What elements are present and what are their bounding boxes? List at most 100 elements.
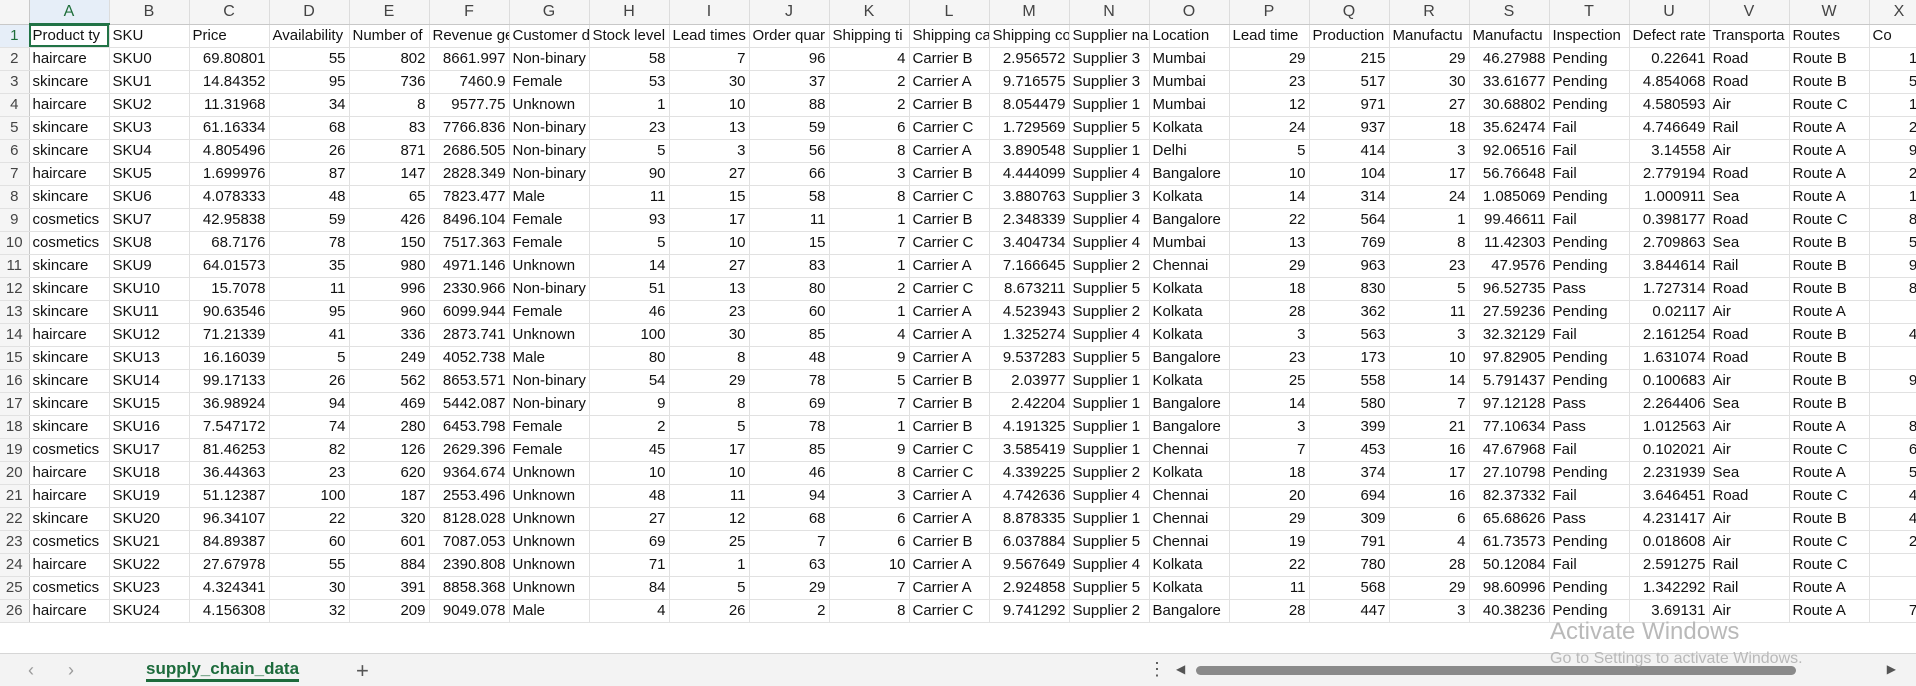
cell-a11[interactable]: skincare bbox=[29, 254, 110, 278]
cell-i19[interactable]: 17 bbox=[669, 438, 750, 462]
cell-v10[interactable]: Sea bbox=[1709, 231, 1790, 255]
cell-n13[interactable]: Supplier 2 bbox=[1069, 300, 1150, 324]
cell-h14[interactable]: 100 bbox=[589, 323, 670, 347]
cell-m22[interactable]: 8.878335 bbox=[989, 507, 1070, 531]
cell-k3[interactable]: 2 bbox=[829, 70, 910, 94]
cell-g13[interactable]: Female bbox=[509, 300, 590, 324]
cell-j25[interactable]: 29 bbox=[749, 576, 830, 600]
cell-i10[interactable]: 10 bbox=[669, 231, 750, 255]
horizontal-scrollbar[interactable]: ◀ ▶ bbox=[1176, 662, 1896, 678]
column-header-o[interactable]: O bbox=[1149, 0, 1230, 25]
cell-l16[interactable]: Carrier B bbox=[909, 369, 990, 393]
cell-b24[interactable]: SKU22 bbox=[109, 553, 190, 577]
cell-s8[interactable]: 1.085069 bbox=[1469, 185, 1550, 209]
cell-j10[interactable]: 15 bbox=[749, 231, 830, 255]
cell-f21[interactable]: 2553.496 bbox=[429, 484, 510, 508]
cell-g23[interactable]: Unknown bbox=[509, 530, 590, 554]
cell-u12[interactable]: 1.727314 bbox=[1629, 277, 1710, 301]
cell-i6[interactable]: 3 bbox=[669, 139, 750, 163]
cell-j13[interactable]: 60 bbox=[749, 300, 830, 324]
cell-l21[interactable]: Carrier A bbox=[909, 484, 990, 508]
cell-l7[interactable]: Carrier B bbox=[909, 162, 990, 186]
cell-f26[interactable]: 9049.078 bbox=[429, 599, 510, 623]
cell-m11[interactable]: 7.166645 bbox=[989, 254, 1070, 278]
cell-c21[interactable]: 51.12387 bbox=[189, 484, 270, 508]
cell-s25[interactable]: 98.60996 bbox=[1469, 576, 1550, 600]
cell-k19[interactable]: 9 bbox=[829, 438, 910, 462]
cell-q5[interactable]: 937 bbox=[1309, 116, 1390, 140]
cell-h19[interactable]: 45 bbox=[589, 438, 670, 462]
cell-d3[interactable]: 95 bbox=[269, 70, 350, 94]
cell-r26[interactable]: 3 bbox=[1389, 599, 1470, 623]
cell-e24[interactable]: 884 bbox=[349, 553, 430, 577]
cell-s11[interactable]: 47.9576 bbox=[1469, 254, 1550, 278]
cell-v2[interactable]: Road bbox=[1709, 47, 1790, 71]
cell-m3[interactable]: 9.716575 bbox=[989, 70, 1070, 94]
cell-w14[interactable]: Route B bbox=[1789, 323, 1870, 347]
cell-r5[interactable]: 18 bbox=[1389, 116, 1470, 140]
cell-c14[interactable]: 71.21339 bbox=[189, 323, 270, 347]
cell-l10[interactable]: Carrier C bbox=[909, 231, 990, 255]
cell-s13[interactable]: 27.59236 bbox=[1469, 300, 1550, 324]
cell-g15[interactable]: Male bbox=[509, 346, 590, 370]
cell-x23[interactable]: 25 bbox=[1869, 530, 1916, 554]
cell-a18[interactable]: skincare bbox=[29, 415, 110, 439]
cell-w3[interactable]: Route B bbox=[1789, 70, 1870, 94]
cell-k6[interactable]: 8 bbox=[829, 139, 910, 163]
cell-p3[interactable]: 23 bbox=[1229, 70, 1310, 94]
cell-n24[interactable]: Supplier 4 bbox=[1069, 553, 1150, 577]
cell-i4[interactable]: 10 bbox=[669, 93, 750, 117]
cell-x26[interactable]: 75 bbox=[1869, 599, 1916, 623]
cell-v21[interactable]: Road bbox=[1709, 484, 1790, 508]
cell-e14[interactable]: 336 bbox=[349, 323, 430, 347]
cell-s23[interactable]: 61.73573 bbox=[1469, 530, 1550, 554]
cell-b22[interactable]: SKU20 bbox=[109, 507, 190, 531]
cell-f1[interactable]: Revenue ge bbox=[429, 24, 510, 48]
cell-f25[interactable]: 8858.368 bbox=[429, 576, 510, 600]
cell-q6[interactable]: 414 bbox=[1309, 139, 1390, 163]
cell-j22[interactable]: 68 bbox=[749, 507, 830, 531]
cell-b25[interactable]: SKU23 bbox=[109, 576, 190, 600]
column-header-m[interactable]: M bbox=[989, 0, 1070, 25]
cell-x11[interactable]: 99 bbox=[1869, 254, 1916, 278]
cell-v26[interactable]: Air bbox=[1709, 599, 1790, 623]
cell-s24[interactable]: 50.12084 bbox=[1469, 553, 1550, 577]
column-header-q[interactable]: Q bbox=[1309, 0, 1390, 25]
cell-h8[interactable]: 11 bbox=[589, 185, 670, 209]
cell-f23[interactable]: 7087.053 bbox=[429, 530, 510, 554]
row-header[interactable]: 3 bbox=[0, 70, 30, 94]
cell-j16[interactable]: 78 bbox=[749, 369, 830, 393]
cell-b16[interactable]: SKU14 bbox=[109, 369, 190, 393]
cell-f11[interactable]: 4971.146 bbox=[429, 254, 510, 278]
row-header[interactable]: 1 bbox=[0, 24, 30, 48]
cell-s16[interactable]: 5.791437 bbox=[1469, 369, 1550, 393]
cell-d8[interactable]: 48 bbox=[269, 185, 350, 209]
cell-k22[interactable]: 6 bbox=[829, 507, 910, 531]
cell-s15[interactable]: 97.82905 bbox=[1469, 346, 1550, 370]
cell-j3[interactable]: 37 bbox=[749, 70, 830, 94]
cell-t2[interactable]: Pending bbox=[1549, 47, 1630, 71]
cell-c15[interactable]: 16.16039 bbox=[189, 346, 270, 370]
cell-g3[interactable]: Female bbox=[509, 70, 590, 94]
cell-b26[interactable]: SKU24 bbox=[109, 599, 190, 623]
cell-f8[interactable]: 7823.477 bbox=[429, 185, 510, 209]
cell-p17[interactable]: 14 bbox=[1229, 392, 1310, 416]
cell-w5[interactable]: Route A bbox=[1789, 116, 1870, 140]
cell-e16[interactable]: 562 bbox=[349, 369, 430, 393]
cell-m14[interactable]: 1.325274 bbox=[989, 323, 1070, 347]
cell-b11[interactable]: SKU9 bbox=[109, 254, 190, 278]
cell-k2[interactable]: 4 bbox=[829, 47, 910, 71]
cell-m23[interactable]: 6.037884 bbox=[989, 530, 1070, 554]
cell-l6[interactable]: Carrier A bbox=[909, 139, 990, 163]
cell-m9[interactable]: 2.348339 bbox=[989, 208, 1070, 232]
cell-d23[interactable]: 60 bbox=[269, 530, 350, 554]
cell-a26[interactable]: haircare bbox=[29, 599, 110, 623]
cell-e6[interactable]: 871 bbox=[349, 139, 430, 163]
cell-x25[interactable]: 1 bbox=[1869, 576, 1916, 600]
scrollbar-thumb[interactable] bbox=[1196, 666, 1796, 675]
cell-c26[interactable]: 4.156308 bbox=[189, 599, 270, 623]
cell-w19[interactable]: Route C bbox=[1789, 438, 1870, 462]
cell-k26[interactable]: 8 bbox=[829, 599, 910, 623]
cell-a14[interactable]: haircare bbox=[29, 323, 110, 347]
cell-a3[interactable]: skincare bbox=[29, 70, 110, 94]
